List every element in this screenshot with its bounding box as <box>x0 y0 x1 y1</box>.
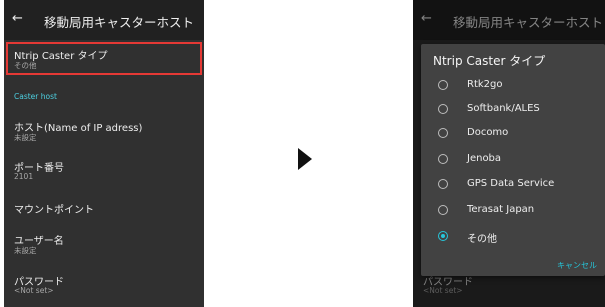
radio-unchecked-icon[interactable] <box>438 104 448 114</box>
option-label: GPS Data Service <box>467 178 555 189</box>
caster-type-dialog: Ntrip Caster タイプ Rtk2go Softbank/ALES Do… <box>421 44 605 276</box>
radio-checked-icon[interactable] <box>438 231 448 241</box>
option-label: Jenoba <box>467 153 502 164</box>
option-softbank-ales[interactable]: Softbank/ALES <box>421 103 605 128</box>
right-triangle-icon <box>298 148 312 170</box>
option-other[interactable]: その他 <box>421 231 605 255</box>
setting-value: 2101 <box>14 172 34 181</box>
setting-label: マウントポイント <box>14 205 94 216</box>
option-label: Rtk2go <box>467 79 503 90</box>
option-label: Softbank/ALES <box>467 103 540 114</box>
option-jenoba[interactable]: Jenoba <box>421 153 605 178</box>
radio-unchecked-icon[interactable] <box>438 128 448 138</box>
setting-value: <Not set> <box>14 286 54 295</box>
option-label: Terasat Japan <box>467 204 535 215</box>
highlight-box <box>6 42 202 75</box>
setting-value: 未設定 <box>14 246 37 255</box>
dialog-title: Ntrip Caster タイプ <box>433 54 546 68</box>
radio-unchecked-icon[interactable] <box>438 80 448 90</box>
screen-title: 移動局用キャスターホスト <box>44 15 195 30</box>
dialog-screen: ← 移動局用キャスターホスト N そ C ホ 未 ポ 2 マ ユ 未 パスワード… <box>413 0 605 307</box>
option-label: その他 <box>467 234 497 245</box>
back-arrow-icon[interactable]: ← <box>12 11 23 26</box>
setting-value: 未設定 <box>14 133 37 142</box>
cancel-button[interactable]: キャンセル <box>557 260 597 271</box>
option-terasat-japan[interactable]: Terasat Japan <box>421 204 605 229</box>
section-header: Caster host <box>14 92 57 101</box>
option-docomo[interactable]: Docomo <box>421 127 605 152</box>
settings-screen: ← 移動局用キャスターホスト Ntrip Caster タイプ その他 Cast… <box>4 0 204 307</box>
radio-unchecked-icon[interactable] <box>438 179 448 189</box>
radio-unchecked-icon[interactable] <box>438 205 448 215</box>
radio-unchecked-icon[interactable] <box>438 154 448 164</box>
app-bar: ← 移動局用キャスターホスト <box>4 0 204 40</box>
option-gps-data-service[interactable]: GPS Data Service <box>421 178 605 203</box>
option-label: Docomo <box>467 127 509 138</box>
option-rtk2go[interactable]: Rtk2go <box>421 79 605 104</box>
